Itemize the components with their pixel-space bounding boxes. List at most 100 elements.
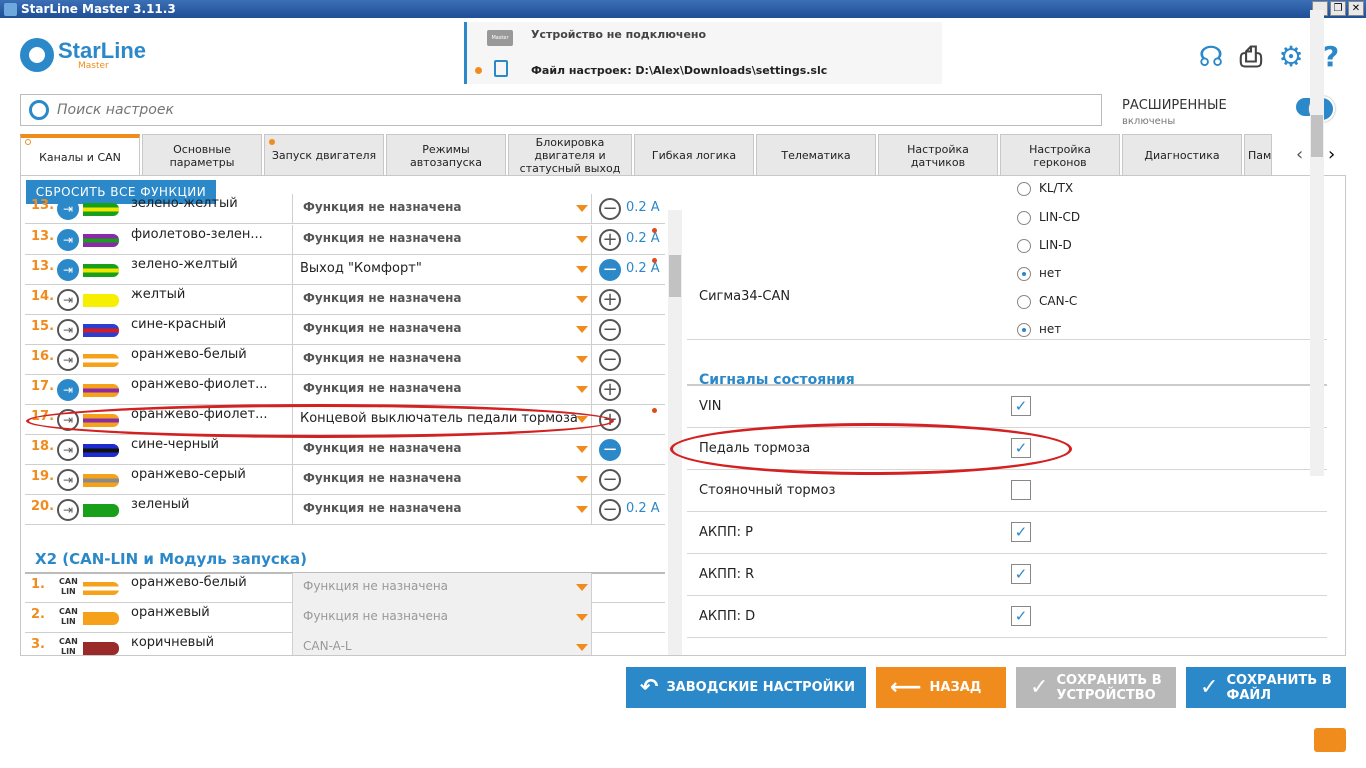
right-scrollbar[interactable] (1310, 10, 1324, 476)
polarity-icon[interactable]: − (599, 469, 621, 491)
radio-option[interactable] (1017, 267, 1031, 281)
polarity-icon[interactable]: − (599, 349, 621, 371)
dropdown-arrow-icon[interactable] (576, 266, 588, 273)
function-select[interactable]: Функция не назначена (292, 435, 592, 465)
channel-row[interactable]: 17. ⇥ оранжево-фиолет... Функция не назначе… (25, 375, 665, 405)
tab-8[interactable]: Настройка датчиков (878, 134, 998, 176)
x2-row[interactable]: 3. CAN LIN коричневый CAN-A-L (25, 633, 665, 655)
channel-row[interactable]: 19. ⇥ оранжево-серый Функция не назначена − (25, 465, 665, 495)
dropdown-arrow-icon[interactable] (576, 584, 588, 591)
signal-checkbox[interactable]: ✓ (1011, 522, 1031, 542)
function-select[interactable]: Функция не назначена (292, 495, 592, 525)
radio-option[interactable] (1017, 323, 1031, 337)
function-select[interactable]: CAN-A-L (292, 633, 592, 655)
direction-toggle-icon[interactable]: ⇥ (57, 409, 79, 431)
polarity-icon[interactable]: + (599, 289, 621, 311)
function-select[interactable]: Функция не назначена (292, 375, 592, 405)
signal-checkbox[interactable]: ✓ (1011, 606, 1031, 626)
save-to-file-button[interactable]: ✓ СОХРАНИТЬ В ФАЙЛ (1186, 667, 1346, 708)
close-button[interactable]: ✕ (1348, 1, 1364, 16)
dropdown-arrow-icon[interactable] (576, 236, 588, 243)
save-to-device-button[interactable]: ✓ СОХРАНИТЬ В УСТРОЙСТВО (1016, 667, 1176, 708)
tab-6[interactable]: Гибкая логика (634, 134, 754, 176)
signal-checkbox[interactable]: ✓ (1011, 396, 1031, 416)
tab-10[interactable]: Диагностика (1122, 134, 1242, 176)
right-scroll-thumb[interactable] (1311, 115, 1323, 157)
tab-5[interactable]: Блокировка двигателя и статусный выход (508, 134, 632, 176)
radio-option[interactable] (1017, 295, 1031, 309)
polarity-icon[interactable]: + (599, 229, 621, 251)
maximize-button[interactable]: ❐ (1330, 1, 1346, 16)
tab-4[interactable]: Режимы автозапуска (386, 134, 506, 176)
radio-option[interactable] (1017, 182, 1031, 196)
dropdown-arrow-icon[interactable] (576, 205, 588, 212)
polarity-icon[interactable]: − (599, 198, 621, 220)
direction-toggle-icon[interactable]: ⇥ (57, 439, 79, 461)
function-select[interactable]: Функция не назначена (292, 603, 592, 633)
direction-toggle-icon[interactable]: ⇥ (57, 289, 79, 311)
tab-1[interactable]: Каналы и CAN (20, 134, 140, 176)
function-select[interactable]: Функция не назначена (292, 285, 592, 315)
tab-11[interactable]: Пам (1244, 134, 1272, 176)
polarity-icon[interactable]: − (599, 319, 621, 341)
factory-settings-button[interactable]: ↶ ЗАВОДСКИЕ НАСТРОЙКИ (626, 667, 866, 708)
function-select[interactable]: Функция не назначена (292, 573, 592, 603)
tab-7[interactable]: Телематика (756, 134, 876, 176)
chat-icon[interactable] (1314, 728, 1346, 752)
radio-option[interactable] (1017, 211, 1031, 225)
dropdown-arrow-icon[interactable] (576, 446, 588, 453)
function-select[interactable]: Функция не назначена (292, 225, 592, 255)
channel-row[interactable]: 17. ⇥ оранжево-фиолет... Концевой выключате… (25, 405, 665, 435)
function-select[interactable]: Функция не назначена (292, 465, 592, 495)
channel-row[interactable]: 15. ⇥ сине-красный Функция не назначена − (25, 315, 665, 345)
signal-checkbox[interactable]: ✓ (1011, 438, 1031, 458)
channel-row[interactable]: 18. ⇥ сине-черный Функция не назначена − (25, 435, 665, 465)
tab-2[interactable]: Основные параметры (142, 134, 262, 176)
direction-toggle-icon[interactable]: ⇥ (57, 469, 79, 491)
channel-row[interactable]: 13. ⇥ зелено-желтый Выход "Комфорт" −0.2 A (25, 255, 665, 285)
direction-toggle-icon[interactable]: ⇥ (57, 229, 79, 251)
function-select[interactable]: Функция не назначена (292, 194, 592, 224)
signal-checkbox[interactable] (1011, 480, 1031, 500)
polarity-icon[interactable]: + (599, 409, 621, 431)
back-button[interactable]: ⟵ НАЗАД (876, 667, 1006, 708)
left-scrollbar[interactable] (668, 210, 682, 655)
direction-toggle-icon[interactable]: ⇥ (57, 198, 79, 220)
dropdown-arrow-icon[interactable] (576, 614, 588, 621)
radio-option[interactable] (1017, 239, 1031, 253)
dropdown-arrow-icon[interactable] (576, 416, 588, 423)
polarity-icon[interactable]: − (599, 499, 621, 521)
tabs-prev-button[interactable]: ‹ (1296, 144, 1303, 165)
print-icon[interactable]: ⎙ (1236, 42, 1266, 72)
dropdown-arrow-icon[interactable] (576, 476, 588, 483)
direction-toggle-icon[interactable]: ⇥ (57, 499, 79, 521)
signal-checkbox[interactable]: ✓ (1011, 564, 1031, 584)
polarity-icon[interactable]: − (599, 439, 621, 461)
dropdown-arrow-icon[interactable] (576, 326, 588, 333)
support-icon[interactable]: ☊ (1196, 42, 1226, 72)
x2-row[interactable]: 1. CAN LIN оранжево-белый Функция не назначе… (25, 573, 665, 603)
x2-row[interactable]: 2. CAN LIN оранжевый Функция не назначена (25, 603, 665, 633)
settings-gear-icon[interactable]: ⚙ (1276, 42, 1306, 72)
function-select[interactable]: Концевой выключатель педали тормоза (292, 405, 592, 435)
tabs-next-button[interactable]: › (1328, 144, 1335, 165)
dropdown-arrow-icon[interactable] (576, 506, 588, 513)
direction-toggle-icon[interactable]: ⇥ (57, 379, 79, 401)
direction-toggle-icon[interactable]: ⇥ (57, 319, 79, 341)
function-select[interactable]: Функция не назначена (292, 345, 592, 375)
channel-row[interactable]: 13. ⇥ зелено-желтый Функция не назначена −0.… (25, 194, 665, 224)
channel-row[interactable]: 16. ⇥ оранжево-белый Функция не назначена − (25, 345, 665, 375)
polarity-icon[interactable]: − (599, 259, 621, 281)
tab-3[interactable]: Запуск двигателя (264, 134, 384, 176)
function-select[interactable]: Выход "Комфорт" (292, 255, 592, 285)
channel-row[interactable]: 13. ⇥ фиолетово-зелен... Функция не назначе… (25, 225, 665, 255)
dropdown-arrow-icon[interactable] (576, 356, 588, 363)
function-select[interactable]: Функция не назначена (292, 315, 592, 345)
direction-toggle-icon[interactable]: ⇥ (57, 259, 79, 281)
direction-toggle-icon[interactable]: ⇥ (57, 349, 79, 371)
channel-row[interactable]: 20. ⇥ зеленый Функция не назначена −0.2 A (25, 495, 665, 525)
tab-9[interactable]: Настройка герконов (1000, 134, 1120, 176)
search-input[interactable] (57, 102, 1057, 118)
polarity-icon[interactable]: + (599, 379, 621, 401)
left-scroll-thumb[interactable] (669, 255, 681, 297)
